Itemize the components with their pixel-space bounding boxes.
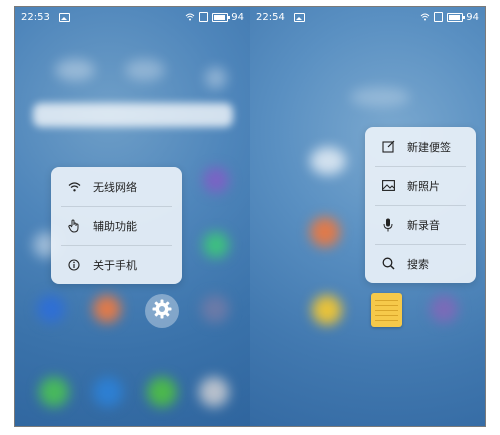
menu-item-new-recording[interactable]: 新录音 [365,205,476,244]
photo-icon [381,179,395,193]
wifi-status-icon [185,13,195,21]
status-time: 22:53 [21,11,50,23]
blurred-app-icon [310,147,346,175]
blurred-app-icon [37,295,65,323]
blurred-app-icon [203,232,229,258]
menu-item-label: 新录音 [407,218,440,232]
sim-icon [434,12,444,22]
battery-icon [447,12,466,22]
menu-item-label: 无线网络 [93,180,137,194]
blurred-dock-icon [147,377,177,407]
blurred-widget [205,67,227,89]
menu-item-new-note[interactable]: 新建便签 [365,127,476,166]
blurred-widget [55,59,95,81]
info-icon [67,258,81,272]
blurred-widget [350,87,410,107]
menu-item-search[interactable]: 搜索 [365,244,476,283]
menu-item-label: 搜索 [407,257,429,271]
notes-line [375,305,398,306]
blurred-dock-icon [93,377,123,407]
notes-line [375,310,398,311]
screenshot-frame: 22:53 94 无线网络 辅助功能 关于手机 22:54 94 新建便签 新照… [14,6,486,427]
right-phone-screen: 22:54 94 新建便签 新照片 新录音 搜索 [250,7,485,426]
battery-icon [212,12,231,22]
notes-shortcut-menu: 新建便签 新照片 新录音 搜索 [365,127,476,283]
microphone-icon [381,218,395,232]
edit-note-icon [381,140,395,154]
notes-app-icon[interactable] [371,293,402,327]
left-phone-screen: 22:53 94 无线网络 辅助功能 关于手机 [15,7,250,426]
blurred-app-icon [93,295,121,323]
wifi-icon [67,180,81,194]
sim-icon [199,12,209,22]
menu-item-about-phone[interactable]: 关于手机 [51,245,182,284]
battery-level: 94 [466,11,479,23]
blurred-app-icon [201,295,229,323]
menu-item-wifi[interactable]: 无线网络 [51,167,182,206]
blurred-app-icon [203,167,229,193]
blurred-dock-icon [199,377,229,407]
blurred-dock-icon [39,377,69,407]
notes-line [375,315,398,316]
search-icon [381,257,395,271]
settings-shortcut-menu: 无线网络 辅助功能 关于手机 [51,167,182,284]
blurred-app-icon [312,295,342,325]
blurred-app-icon [430,295,458,323]
blurred-widget [125,59,165,81]
image-notification-icon [293,12,305,22]
menu-item-label: 新照片 [407,179,440,193]
menu-item-label: 新建便签 [407,140,451,154]
status-bar: 22:53 94 [15,7,250,27]
blurred-search-bar [33,103,233,127]
notes-line [375,300,398,301]
menu-item-label: 辅助功能 [93,219,137,233]
menu-item-new-photo[interactable]: 新照片 [365,166,476,205]
battery-level: 94 [231,11,244,23]
status-time: 22:54 [256,11,285,23]
notes-line [375,320,398,321]
hand-pointer-icon [67,219,81,233]
status-bar: 22:54 94 [250,7,485,27]
menu-item-label: 关于手机 [93,258,137,272]
image-notification-icon [58,12,70,22]
blurred-app-icon [310,217,340,247]
wifi-status-icon [420,13,430,21]
gear-icon [151,298,173,324]
settings-app-icon[interactable] [145,294,179,328]
menu-item-accessibility[interactable]: 辅助功能 [51,206,182,245]
